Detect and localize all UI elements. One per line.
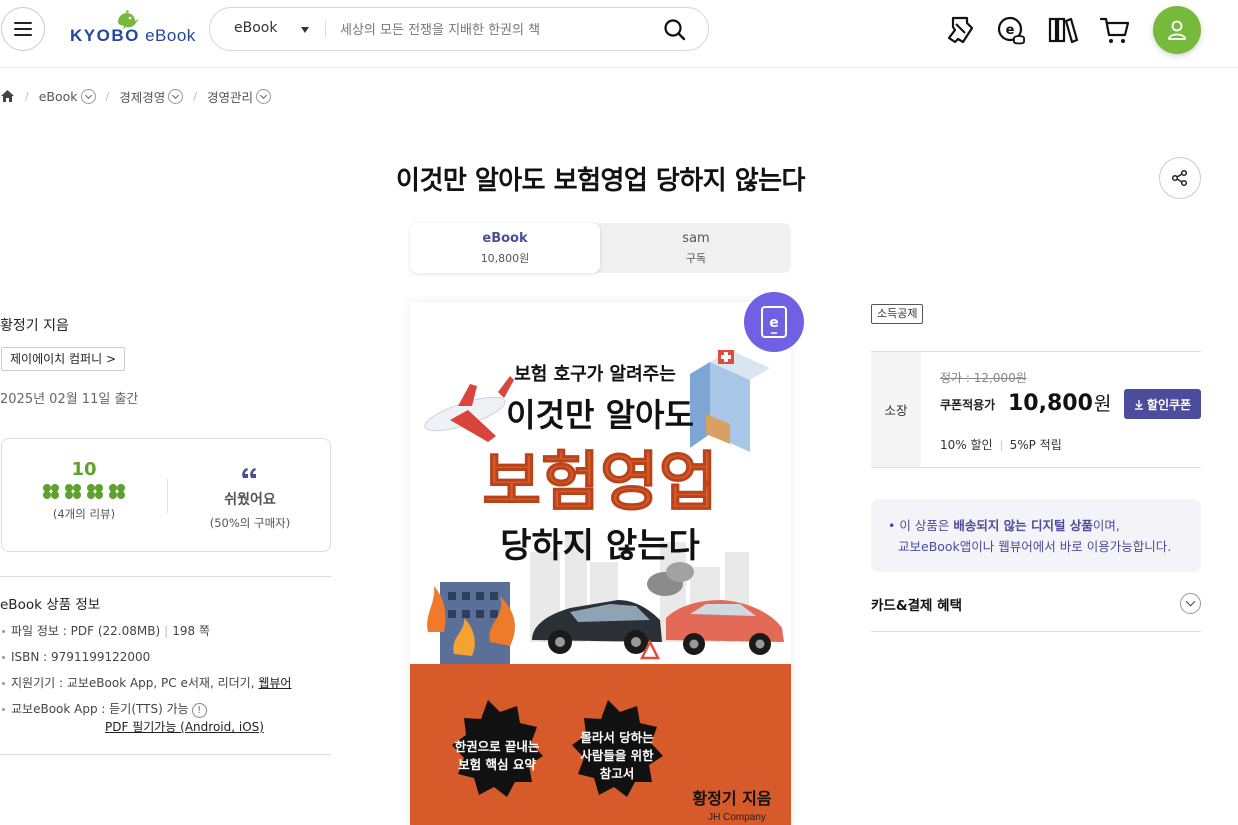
- cart-icon[interactable]: [1099, 14, 1131, 46]
- svg-text:JH Company: JH Company: [708, 812, 766, 823]
- user-icon: [1168, 20, 1186, 40]
- review-count: (4개의 리뷰): [52, 507, 116, 521]
- svg-text:황정기 지음: 황정기 지음: [692, 789, 771, 808]
- clover-icon: [65, 484, 81, 499]
- quote-icon: [242, 468, 256, 478]
- caret-down-icon[interactable]: [301, 27, 309, 33]
- svg-text:보험영업: 보험영업: [482, 446, 718, 520]
- tab-sam[interactable]: sam 구독: [601, 223, 791, 273]
- burning-building-illustration: [427, 582, 515, 670]
- chevron-down-icon[interactable]: [256, 88, 271, 104]
- info-devices: 지원기기 : 교보eBook App, PC e서재, 리더기, 웹뷰어: [0, 675, 291, 701]
- svg-text:보험 호구가 알려주는: 보험 호구가 알려주는: [514, 363, 676, 385]
- download-icon: [1134, 399, 1143, 410]
- digital-product-notice: • 이 상품은 배송되지 않는 디지털 상품이며, 교보eBook앱이나 웹뷰어…: [871, 499, 1201, 572]
- coupon-price-label: 쿠폰적용가: [940, 398, 996, 412]
- share-icon: [1171, 169, 1188, 187]
- site-header: KYOBO eBook eBook e: [0, 0, 1238, 68]
- discount-info: 10% 할인 5%P 적립: [940, 438, 1062, 452]
- info-isbn: ISBN : 9791199122000: [0, 649, 291, 675]
- info-icon[interactable]: !: [191, 703, 207, 718]
- ebook-info-title: eBook 상품 정보: [0, 597, 101, 613]
- bookmark-ticket-icon[interactable]: [944, 14, 976, 46]
- logo-text: KYOBO eBook: [70, 26, 196, 45]
- search-bar: eBook: [209, 7, 709, 51]
- clover-icon: [43, 484, 59, 499]
- publisher-button[interactable]: 제이에이치 컴퍼니 >: [1, 347, 126, 371]
- breadcrumb-item-subcategory[interactable]: 경영관리: [207, 87, 253, 106]
- review-keyword: 쉬웠어요: [224, 492, 276, 508]
- svg-text:e: e: [769, 315, 779, 331]
- webviewer-link[interactable]: 웹뷰어: [258, 676, 291, 690]
- sale-price: 10,800원: [1008, 391, 1112, 416]
- card-payment-benefits[interactable]: 카드&결제 혜택: [871, 586, 1201, 632]
- ebook-device-icon: e: [761, 306, 787, 338]
- product-title: 이것만 알아도 보험영업 당하지 않는다: [396, 166, 805, 196]
- breadcrumb-item-category[interactable]: 경제경영: [119, 87, 165, 106]
- user-account-button[interactable]: [1153, 6, 1201, 54]
- info-file: 파일 정보 : PDF (22.08MB) | 198 쪽: [0, 623, 291, 649]
- tab-ebook[interactable]: eBook 10,800원: [410, 223, 600, 273]
- clover-icon: [87, 484, 103, 499]
- svg-text:당하지 않는다: 당하지 않는다: [500, 526, 700, 566]
- search-icon[interactable]: [662, 17, 688, 43]
- author-name[interactable]: 황정기 지음: [0, 315, 69, 335]
- hamburger-icon: [14, 22, 32, 24]
- cover-artwork: 보험 호구가 알려주는 이것만 알아도 보험영업 당하지 않는다 한권으로 끝내…: [410, 302, 791, 825]
- tax-deduction-badge: 소득공제: [871, 304, 924, 324]
- ecash-icon[interactable]: e: [996, 14, 1028, 46]
- chevron-down-icon[interactable]: [168, 88, 184, 104]
- format-tabs: eBook 10,800원 sam 구독: [410, 223, 791, 273]
- book-cover[interactable]: 보험 호구가 알려주는 이것만 알아도 보험영업 당하지 않는다 한권으로 끝내…: [410, 302, 791, 825]
- svg-text:보험 핵심 요약: 보험 핵심 요약: [458, 757, 536, 772]
- review-keyword-ratio: (50%의 구매자): [209, 516, 291, 530]
- search-input[interactable]: [340, 18, 650, 42]
- breadcrumb: / eBook / 경제경영 / 경영관리: [0, 86, 271, 106]
- clover-icon: [109, 484, 125, 499]
- menu-button[interactable]: [1, 7, 45, 51]
- svg-text:사람들을 위한: 사람들을 위한: [580, 748, 654, 763]
- kyobo-ebook-logo[interactable]: KYOBO eBook: [70, 10, 195, 50]
- svg-text:몰라서 당하는: 몰라서 당하는: [580, 730, 654, 745]
- pdf-note-link[interactable]: PDF 필기가능 (Android, iOS): [105, 718, 264, 735]
- home-icon[interactable]: [0, 89, 15, 103]
- library-icon[interactable]: [1047, 14, 1079, 46]
- original-price: 정가 : 12,000원: [940, 371, 1027, 385]
- search-category-select[interactable]: eBook: [234, 20, 277, 36]
- review-summary[interactable]: 10 (4개의 리뷰) 쉬웠어요 (50%의 구매자): [1, 438, 331, 552]
- svg-text:이것만 알아도: 이것만 알아도: [506, 396, 694, 434]
- share-button[interactable]: [1159, 157, 1201, 199]
- svg-text:e: e: [1006, 23, 1015, 38]
- chevron-down-icon[interactable]: [80, 88, 96, 104]
- chevron-down-icon[interactable]: [1180, 593, 1201, 614]
- breadcrumb-item-ebook[interactable]: eBook: [39, 89, 78, 104]
- review-score: 10: [71, 459, 97, 480]
- ebook-badge: e: [744, 292, 804, 352]
- svg-text:한권으로 끝내는: 한권으로 끝내는: [455, 739, 540, 754]
- clover-rating: [2, 484, 166, 500]
- price-type-label: 소장: [871, 352, 921, 467]
- discount-coupon-button[interactable]: 할인쿠폰: [1124, 389, 1201, 419]
- ebook-info-list: 파일 정보 : PDF (22.08MB) | 198 쪽 ISBN : 97911…: [0, 623, 291, 727]
- price-box: 소장 정가 : 12,000원 쿠폰적용가 10,800원 할인쿠폰 10% 할…: [871, 351, 1201, 468]
- svg-text:참고서: 참고서: [600, 766, 635, 781]
- publication-date: 2025년 02월 11일 출간: [0, 392, 139, 407]
